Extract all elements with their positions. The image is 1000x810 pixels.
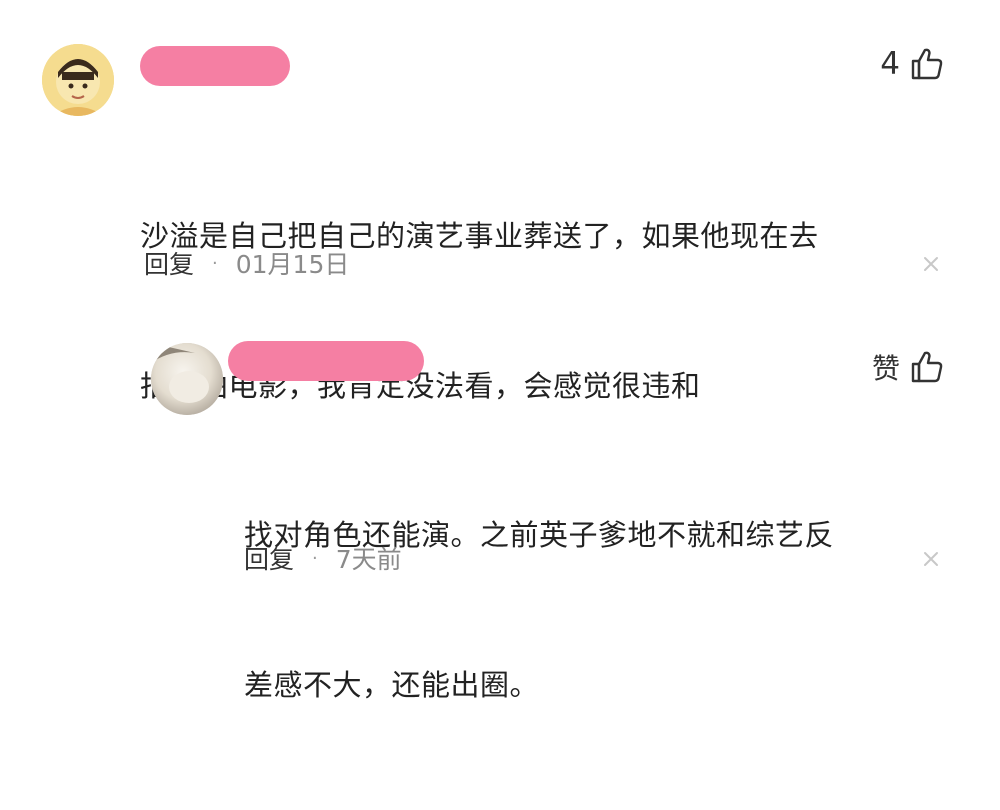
comment-time: 7天前	[335, 545, 402, 574]
reply-button[interactable]: 回复	[244, 540, 294, 576]
meta-separator: ·	[312, 547, 318, 569]
username-redacted[interactable]	[228, 341, 424, 381]
comment-text-line: 差感不大，还能出圈。	[244, 668, 540, 702]
username-redacted[interactable]	[140, 46, 290, 86]
close-icon[interactable]	[922, 550, 940, 568]
comment-meta: 回复 · 01月15日	[144, 245, 349, 281]
thumbs-up-icon[interactable]	[910, 350, 944, 384]
comment-time: 01月15日	[235, 250, 350, 279]
comment-text: 找对角色还能演。之前英子爹地不就和综艺反 差感不大，还能出圈。	[244, 410, 834, 810]
user-avatar[interactable]	[151, 343, 223, 415]
avatar-image	[42, 44, 114, 116]
comment-meta: 回复 · 7天前	[244, 540, 402, 576]
thumbs-up-icon[interactable]	[910, 47, 944, 81]
like-count: 4	[880, 46, 900, 82]
comment-1: 4 沙溢是自己把自己的演艺事业葬送了，如果他现在去 拍戏拍电影，我肯定没法看，会…	[0, 0, 1000, 403]
user-avatar[interactable]	[42, 44, 114, 116]
reply-button[interactable]: 回复	[144, 245, 194, 281]
comment-2: 赞 找对角色还能演。之前英子爹地不就和综艺反 差感不大，还能出圈。 回复 · 7…	[0, 300, 1000, 702]
like-label: 赞	[871, 352, 900, 385]
meta-separator: ·	[212, 252, 218, 274]
like-control[interactable]: 4	[880, 46, 944, 82]
avatar-image	[151, 343, 223, 415]
close-icon[interactable]	[922, 255, 940, 273]
like-control[interactable]: 赞	[872, 347, 944, 387]
